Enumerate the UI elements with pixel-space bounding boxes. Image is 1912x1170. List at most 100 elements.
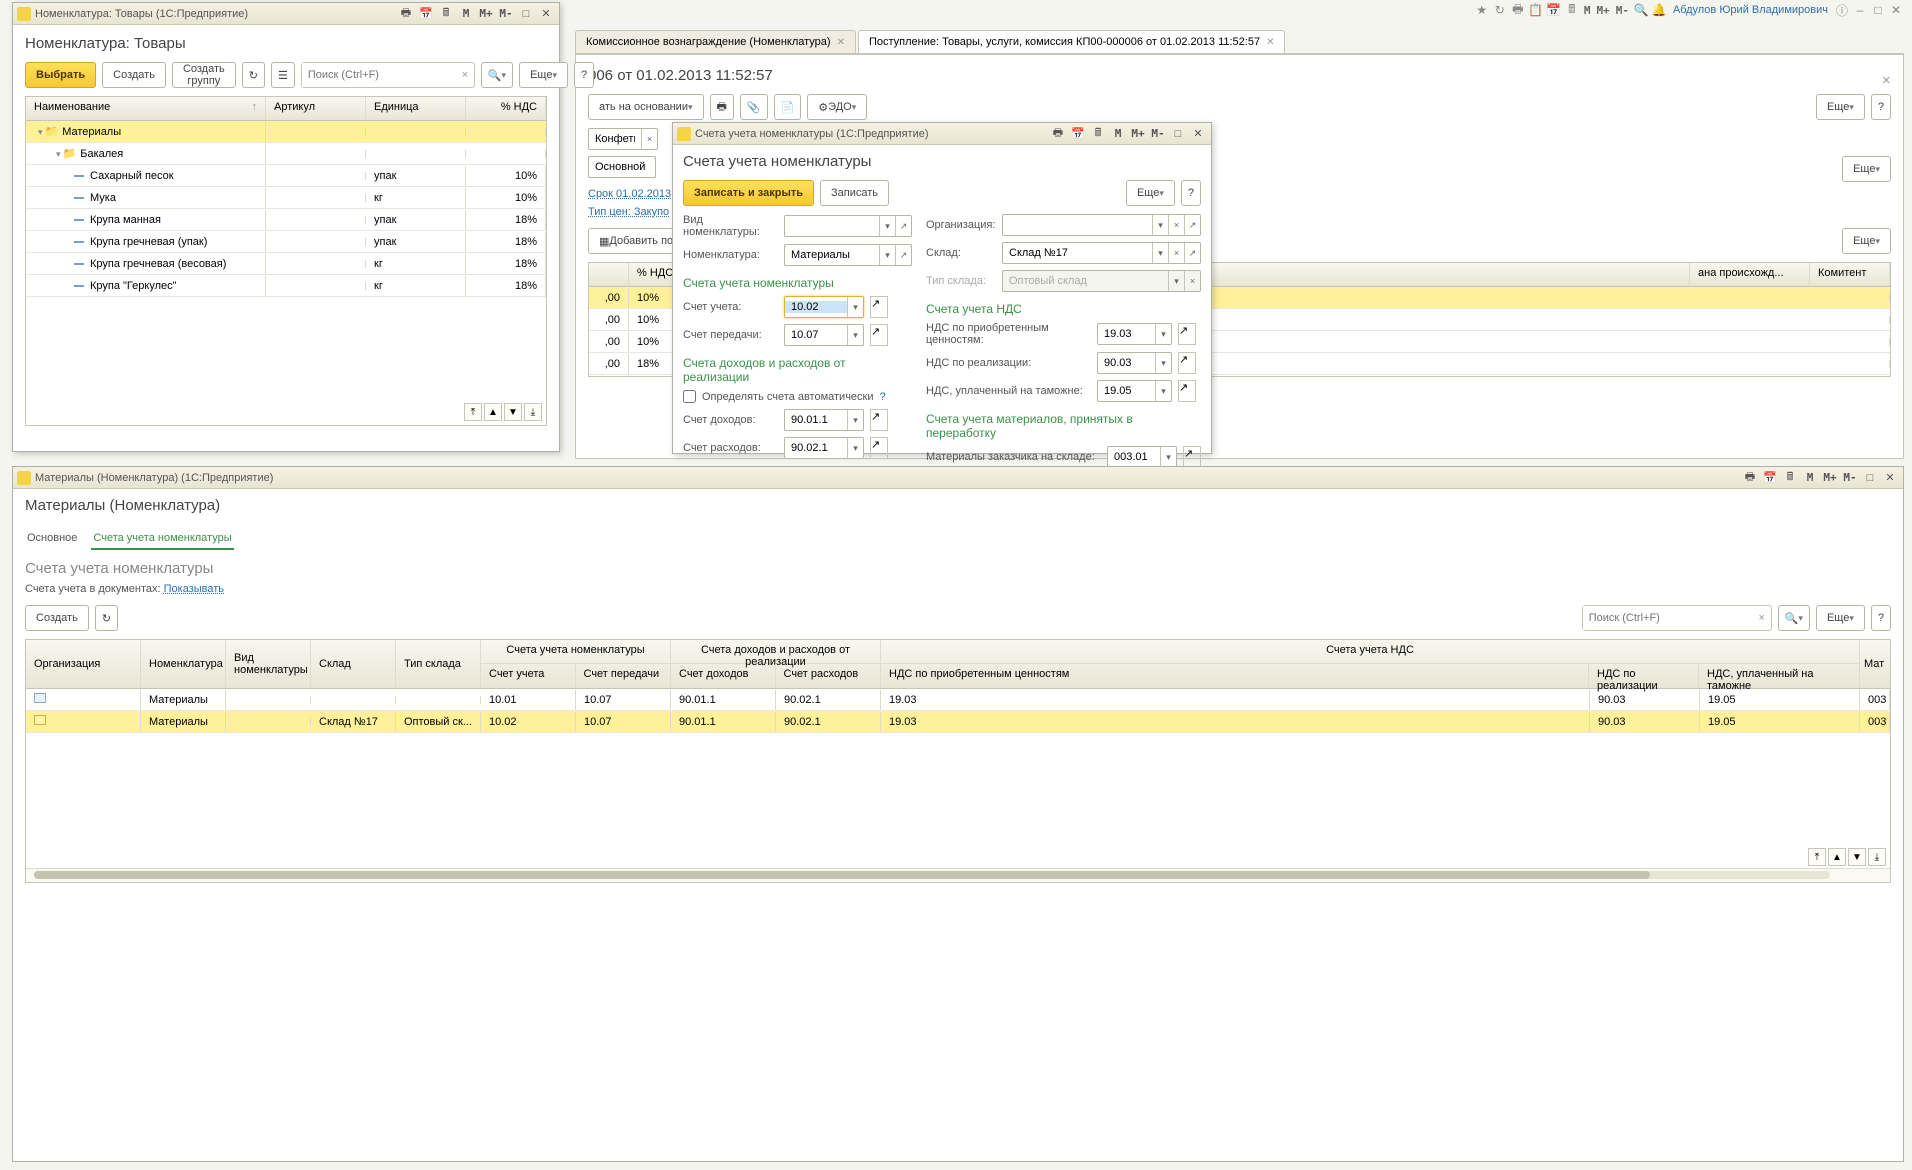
wh-input[interactable] <box>1003 247 1152 259</box>
vat-purchase-input[interactable] <box>1098 328 1155 340</box>
wh-input[interactable] <box>589 161 655 173</box>
m-minus-icon[interactable]: M- <box>497 6 515 22</box>
col-vats[interactable]: НДС по реализации <box>1589 664 1699 688</box>
m-minus-icon[interactable]: M- <box>1614 4 1631 17</box>
table-row[interactable]: Материалы 10.01 10.07 90.01.1 90.02.1 19… <box>26 689 1890 711</box>
dropdown-icon[interactable]: ▾ <box>847 438 863 458</box>
dropdown-icon[interactable]: ▾ <box>1152 215 1168 235</box>
edo-button[interactable]: ⚙ ЭДО <box>807 94 867 120</box>
scroll-up-icon[interactable]: ▲ <box>484 403 502 421</box>
tree-row[interactable]: Мука кг 10% <box>26 187 546 209</box>
col-unit[interactable]: Единица <box>366 97 466 120</box>
print-icon[interactable]: 🖶 <box>1741 470 1759 486</box>
help-button[interactable]: ? <box>1181 180 1201 206</box>
close-icon[interactable]: ✕ <box>1888 2 1904 18</box>
open-icon[interactable]: ↗ <box>895 245 911 265</box>
open-icon[interactable]: ↗ <box>870 409 888 431</box>
mat-stock-input[interactable] <box>1108 451 1160 463</box>
m-minus-icon[interactable]: M- <box>1841 470 1859 486</box>
col-nomen[interactable]: Номенклатура <box>141 640 226 688</box>
m-minus-icon[interactable]: M- <box>1149 126 1167 142</box>
help-icon[interactable]: ? <box>880 391 886 403</box>
open-icon[interactable]: ↗ <box>1184 243 1200 263</box>
tree-row[interactable]: Крупа манная упак 18% <box>26 209 546 231</box>
hscrollbar[interactable] <box>34 871 1830 879</box>
tree-row[interactable]: Крупа гречневая (упак) упак 18% <box>26 231 546 253</box>
open-icon[interactable]: ↗ <box>870 437 888 459</box>
chevron-icon[interactable]: ▾ <box>38 127 43 137</box>
chevron-icon[interactable]: ▾ <box>56 149 61 159</box>
print-icon[interactable]: 🖶 <box>1510 2 1526 18</box>
scroll-top-icon[interactable]: ⤒ <box>1808 848 1826 866</box>
m-icon[interactable]: M <box>457 6 475 22</box>
print-icon[interactable]: 🖶 <box>397 6 415 22</box>
tree-row[interactable]: Сахарный песок упак 10% <box>26 165 546 187</box>
col-kind[interactable]: Вид номенклатуры <box>226 640 311 688</box>
tab-accounts[interactable]: Счета учета номенклатуры <box>91 528 233 550</box>
help-button[interactable]: ? <box>1871 94 1891 120</box>
vat-sale-input[interactable] <box>1098 357 1155 369</box>
search-button[interactable]: 🔍 <box>481 62 513 88</box>
income-input[interactable] <box>785 414 847 426</box>
clear-icon[interactable]: × <box>1168 243 1184 263</box>
dropdown-icon[interactable]: ▾ <box>847 325 863 345</box>
kind-input[interactable] <box>785 220 879 232</box>
based-on-button[interactable]: ать на основании <box>588 94 704 120</box>
scroll-down-icon[interactable]: ▼ <box>504 403 522 421</box>
create-group-button[interactable]: Создать группу <box>172 62 236 88</box>
calc-icon[interactable]: 🖩 <box>1089 126 1107 142</box>
m-plus-icon[interactable]: M+ <box>477 6 495 22</box>
calendar-icon[interactable]: 📅 <box>1761 470 1779 486</box>
maximize-icon[interactable]: □ <box>1169 126 1187 142</box>
scroll-bottom-icon[interactable]: ⤓ <box>1868 848 1886 866</box>
bell-icon[interactable]: 🔔 <box>1651 2 1667 18</box>
open-icon[interactable]: ↗ <box>870 296 888 318</box>
open-icon[interactable]: ↗ <box>870 324 888 346</box>
org-input[interactable] <box>1003 219 1152 231</box>
acc-input[interactable] <box>785 301 847 313</box>
calc-icon[interactable]: 🖩 <box>437 6 455 22</box>
close-icon[interactable]: ✕ <box>1189 126 1207 142</box>
dropdown-icon[interactable]: ▾ <box>1155 381 1171 401</box>
more-button[interactable]: Еще <box>1816 605 1865 631</box>
dropdown-icon[interactable]: ▾ <box>879 216 895 236</box>
nomen-input[interactable] <box>785 249 879 261</box>
close-icon[interactable]: ✕ <box>837 37 845 48</box>
open-icon[interactable]: ↗ <box>1183 446 1201 468</box>
dropdown-icon[interactable]: ▾ <box>1155 353 1171 373</box>
dropdown-icon[interactable]: ▾ <box>847 410 863 430</box>
search-input[interactable] <box>302 63 456 87</box>
col-mat[interactable]: Мат <box>1860 640 1890 688</box>
info-icon[interactable]: ⓘ <box>1834 2 1850 18</box>
copy-icon[interactable]: 📋 <box>1528 2 1544 18</box>
col-vatc[interactable]: НДС, уплаченный на таможне <box>1699 664 1859 688</box>
tree-row[interactable]: Крупа гречневая (весовая) кг 18% <box>26 253 546 275</box>
tab-commission[interactable]: Комиссионное вознаграждение (Номенклатур… <box>575 30 856 53</box>
scroll-up-icon[interactable]: ▲ <box>1828 848 1846 866</box>
calendar-icon[interactable]: 📅 <box>417 6 435 22</box>
docs-link[interactable]: Показывать <box>164 583 224 595</box>
search-input[interactable] <box>1583 606 1753 630</box>
dropdown-icon[interactable]: ▾ <box>879 245 895 265</box>
tab-receipt[interactable]: Поступление: Товары, услуги, комиссия КП… <box>858 30 1286 53</box>
print-icon[interactable]: 🖶 <box>1049 126 1067 142</box>
user-name[interactable]: Абдулов Юрий Владимирович <box>1673 4 1828 16</box>
open-icon[interactable]: ↗ <box>1178 323 1196 345</box>
calc-icon[interactable]: 🖩 <box>1781 470 1799 486</box>
m-icon[interactable]: M <box>1582 4 1593 17</box>
open-icon[interactable]: ↗ <box>895 216 911 236</box>
create-button[interactable]: Создать <box>25 605 89 631</box>
col-acc[interactable]: Счет учета <box>481 664 576 688</box>
more-button[interactable]: Еще <box>1842 228 1891 254</box>
col-wh-type[interactable]: Тип склада <box>396 640 481 688</box>
close-icon[interactable]: ✕ <box>1266 37 1274 48</box>
table-row[interactable]: Материалы Склад №17 Оптовый ск... 10.02 … <box>26 711 1890 733</box>
term-link[interactable]: Срок 01.02.2013 <box>588 188 671 200</box>
history-icon[interactable]: ↻ <box>1492 2 1508 18</box>
col-wh[interactable]: Склад <box>311 640 396 688</box>
tree-row[interactable]: Крупа "Геркулес" кг 18% <box>26 275 546 297</box>
star-icon[interactable]: ★ <box>1474 2 1490 18</box>
m-plus-icon[interactable]: M+ <box>1821 470 1839 486</box>
list-button[interactable]: ☰ <box>271 62 295 88</box>
clear-icon[interactable]: × <box>1168 215 1184 235</box>
